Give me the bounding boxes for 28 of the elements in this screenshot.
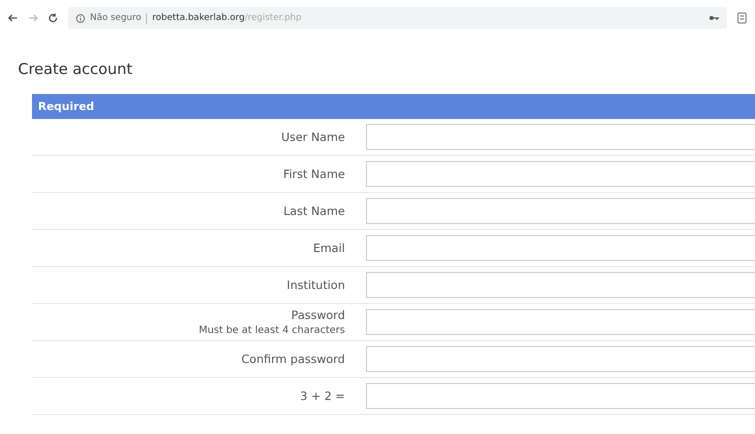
- field-label: Password: [291, 308, 345, 322]
- field-label: Institution: [286, 278, 345, 292]
- input-field[interactable]: [366, 309, 755, 335]
- url-host: robetta.bakerlab.org: [152, 13, 245, 23]
- page-title: Create account: [18, 60, 134, 78]
- section-header: Required: [32, 94, 755, 119]
- input-field[interactable]: [366, 272, 755, 298]
- field-label: 3 + 2 =: [300, 389, 345, 403]
- address-bar[interactable]: Não seguro robetta.bakerlab.org/register.php: [68, 7, 727, 29]
- reload-icon[interactable]: [48, 13, 58, 23]
- field-hint: Must be at least 4 characters: [198, 325, 345, 336]
- field-label: First Name: [283, 167, 345, 181]
- field-label: Last Name: [283, 204, 345, 218]
- key-icon[interactable]: [709, 15, 719, 21]
- url-path: /register.php: [244, 13, 302, 23]
- input-field[interactable]: [366, 124, 755, 150]
- input-field[interactable]: [366, 346, 755, 372]
- field-label: Confirm password: [241, 352, 345, 366]
- info-icon[interactable]: [76, 14, 85, 22]
- input-field[interactable]: [366, 383, 755, 409]
- back-icon[interactable]: [8, 13, 18, 23]
- field-label: Email: [313, 241, 345, 255]
- input-field[interactable]: [366, 198, 755, 224]
- security-label: Não seguro: [90, 13, 142, 23]
- input-field[interactable]: [366, 235, 755, 261]
- forward-icon[interactable]: [28, 13, 38, 23]
- input-field[interactable]: [366, 161, 755, 187]
- field-label: User Name: [281, 130, 345, 144]
